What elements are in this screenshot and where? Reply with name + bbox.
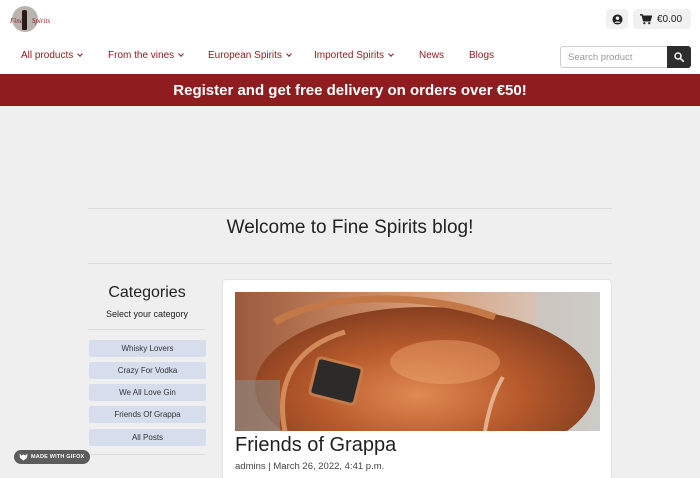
nav-all-products[interactable]: All products [21,50,84,61]
main-nav: All products From the vines European Spi… [0,50,540,64]
cart-total: €0.00 [657,13,683,25]
category-crazy-for-vodka[interactable]: Crazy For Vodka [89,362,206,379]
search-input[interactable] [560,46,668,68]
post-title[interactable]: Friends of Grappa [235,434,396,457]
nav-european-spirits[interactable]: European Spirits [208,50,292,61]
chevron-down-icon [77,51,84,57]
divider [88,208,612,209]
gifox-logo-icon [19,453,28,461]
cart-icon [640,13,652,24]
chevron-down-icon [388,51,394,57]
categories-title: Categories [108,284,186,301]
post-meta: admins | March 26, 2022, 4:41 p.m. [235,461,385,472]
category-we-all-love-gin[interactable]: We All Love Gin [89,384,206,401]
category-whisky-lovers[interactable]: Whisky Lovers [89,340,206,357]
nav-news[interactable]: News [419,50,444,61]
categories-subtitle: Select your category [105,309,189,319]
site-logo[interactable]: Fine Spirits [10,6,50,34]
search-icon [674,52,684,62]
divider [88,263,612,264]
post-image[interactable] [235,292,600,431]
cart-button[interactable]: €0.00 [633,9,691,29]
chevron-down-icon [178,51,184,57]
chevron-down-icon [286,51,292,57]
category-all-posts[interactable]: All Posts [89,429,206,446]
user-icon [611,13,623,25]
page-title: Welcome to Fine Spirits blog! [226,217,474,238]
category-friends-of-grappa[interactable]: Friends Of Grappa [89,406,206,423]
site-header: Fine Spirits €0.00 All products From the … [0,0,700,74]
gifox-watermark: MADE WITH GIFOX [14,450,90,464]
logo-wordmark: Fine Spirits [10,17,51,25]
nav-from-the-vines[interactable]: From the vines [108,50,184,61]
nav-imported-spirits[interactable]: Imported Spirits [314,50,394,61]
nav-blogs[interactable]: Blogs [469,50,494,61]
search-button[interactable] [667,46,691,68]
promo-text: Register and get free delivery on orders… [173,81,527,99]
account-button[interactable] [606,9,628,29]
divider [88,329,206,330]
divider [88,454,206,455]
promo-banner: Register and get free delivery on orders… [0,74,700,106]
